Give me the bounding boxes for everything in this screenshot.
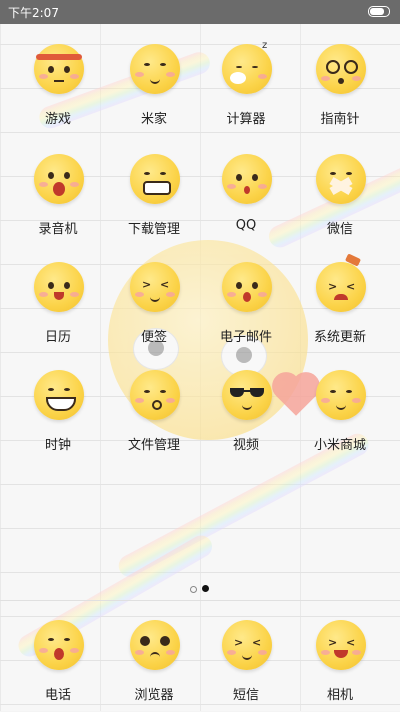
status-time: 下午2:07	[8, 6, 59, 20]
app-email[interactable]: 电子邮件	[196, 254, 296, 354]
dock-browser[interactable]: 浏览器	[104, 612, 204, 712]
laughing-face-icon: > <	[316, 620, 366, 670]
app-label: 游戏	[44, 112, 71, 127]
dock-phone[interactable]: 电话	[8, 612, 108, 712]
battery-icon	[368, 6, 390, 17]
sunglasses-face-icon	[222, 370, 272, 420]
grinning-face-icon	[130, 154, 180, 204]
app-label: 计算器	[226, 112, 266, 127]
app-mi-home[interactable]: 米家	[104, 36, 204, 136]
app-mi-store[interactable]: 小米商城	[290, 362, 390, 462]
app-label: 电子邮件	[219, 330, 272, 345]
dock-camera[interactable]: > < 相机	[290, 612, 390, 712]
dock-divider	[0, 600, 400, 601]
app-downloads[interactable]: 下载管理	[104, 146, 204, 246]
app-label: 微信	[326, 222, 353, 237]
app-label: 日历	[44, 330, 71, 345]
app-label: 短信	[232, 688, 259, 703]
status-bar: 下午2:07	[0, 0, 400, 24]
cheer-face-icon	[34, 262, 84, 312]
dizzy-face-icon	[316, 44, 366, 94]
surprised-face-icon	[222, 154, 272, 204]
cheeky-face-icon	[130, 44, 180, 94]
app-label: QQ	[235, 218, 257, 233]
app-label: 便签	[140, 330, 167, 345]
app-recorder[interactable]: 录音机	[8, 146, 108, 246]
squint-face-icon: > <	[130, 262, 180, 312]
app-compass[interactable]: 指南针	[290, 36, 390, 136]
app-label: 小米商城	[313, 438, 366, 453]
app-label: 下载管理	[127, 222, 180, 237]
app-qq[interactable]: QQ	[196, 146, 296, 246]
sleepy-face-icon: z	[222, 40, 272, 94]
app-label: 电话	[44, 688, 71, 703]
page-indicator[interactable]	[190, 584, 214, 594]
shocked-face-icon	[222, 262, 272, 312]
app-label: 文件管理	[127, 438, 180, 453]
yawn-face-icon	[34, 620, 84, 670]
app-label: 录音机	[38, 222, 78, 237]
app-label: 视频	[232, 438, 259, 453]
app-label: 时钟	[44, 438, 71, 453]
app-label: 浏览器	[134, 688, 174, 703]
toothy-face-icon	[34, 370, 84, 420]
app-label: 相机	[326, 688, 353, 703]
app-label: 系统更新	[313, 330, 366, 345]
smile-face-icon	[316, 370, 366, 420]
app-file-manager[interactable]: 文件管理	[104, 362, 204, 462]
headband-face-icon	[34, 44, 84, 94]
page-dot-2[interactable]	[202, 585, 209, 592]
app-system-update[interactable]: > < 系统更新	[290, 253, 390, 354]
app-label: 米家	[140, 112, 167, 127]
app-wechat[interactable]: 微信	[290, 146, 390, 246]
dock-messages[interactable]: > < 短信	[196, 612, 296, 712]
dock: 电话 浏览器 > < 短信 > < 相机	[0, 612, 400, 711]
hammer-face-icon: > <	[316, 253, 366, 312]
app-game[interactable]: 游戏	[8, 36, 108, 136]
app-notes[interactable]: > < 便签	[104, 254, 204, 354]
teary-face-icon	[130, 620, 180, 670]
app-calendar[interactable]: 日历	[8, 254, 108, 354]
shouting-face-icon	[34, 154, 84, 204]
bandaged-face-icon	[316, 154, 366, 204]
wink-face-icon: > <	[222, 620, 272, 670]
app-video[interactable]: 视频	[196, 362, 296, 462]
app-calculator[interactable]: z 计算器	[196, 36, 296, 136]
app-label: 指南针	[320, 112, 360, 127]
page-dot-1[interactable]	[190, 586, 197, 593]
app-clock[interactable]: 时钟	[8, 362, 108, 462]
kiss-face-icon	[130, 370, 180, 420]
